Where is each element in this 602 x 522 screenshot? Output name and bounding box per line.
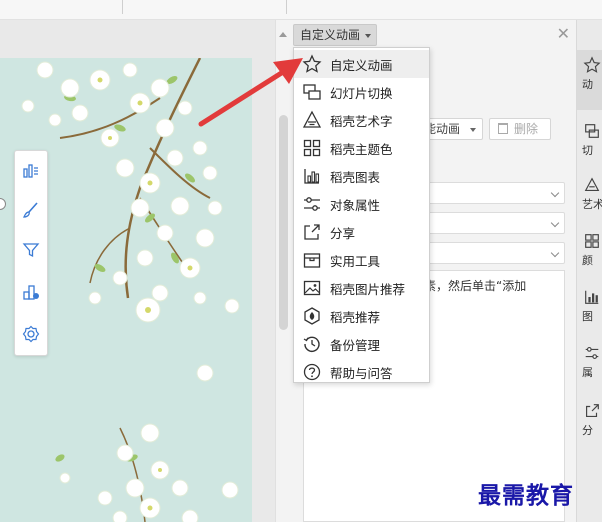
start-select[interactable]	[409, 182, 565, 204]
top-separator	[122, 0, 123, 14]
recommend-icon	[304, 307, 320, 325]
side-tab-bar: 动 切 艺术 颜 图 属 分	[576, 20, 602, 522]
menu-item-theme-color[interactable]: 稻壳主题色	[294, 134, 429, 162]
menu-item-label: 稻壳图片推荐	[330, 281, 406, 297]
menu-item-label: 自定义动画	[330, 57, 393, 73]
menu-item-help[interactable]: 帮助与问答	[294, 358, 429, 386]
filter-button[interactable]	[18, 237, 44, 263]
object-add-icon	[23, 285, 39, 300]
share-icon	[586, 404, 599, 417]
delete-button[interactable]: 删除	[489, 118, 551, 140]
panel-dropdown-menu: 自定义动画 幻灯片切换 稻壳艺术字 稻壳主题色 稻壳图表 对象属性 分享 实用工…	[293, 47, 430, 383]
menu-item-tools[interactable]: 实用工具	[294, 246, 429, 274]
side-tab-label: 艺术	[582, 198, 602, 211]
object-add-button[interactable]	[18, 279, 44, 305]
top-strip	[0, 0, 602, 20]
menu-item-label: 稻壳艺术字	[330, 113, 393, 129]
star-icon	[583, 56, 601, 73]
chart-icon	[23, 164, 38, 178]
theme-color-icon	[303, 139, 321, 157]
menu-item-chart[interactable]: 稻壳图表	[294, 162, 429, 190]
chart-icon	[585, 290, 599, 304]
side-tab-properties[interactable]: 属	[577, 338, 602, 398]
help-icon	[303, 363, 321, 381]
chevron-down-icon	[550, 188, 560, 198]
menu-item-object-properties[interactable]: 对象属性	[294, 190, 429, 218]
menu-item-label: 幻灯片切换	[330, 85, 393, 101]
side-tab-share[interactable]: 分	[577, 396, 602, 456]
watermark-text: 最需教育	[478, 482, 574, 509]
side-tab-label: 动	[582, 78, 593, 91]
floating-toolbar	[14, 150, 48, 356]
menu-item-image-recommend[interactable]: 稻壳图片推荐	[294, 274, 429, 302]
grid-icon	[585, 234, 599, 248]
menu-item-label: 稻壳主题色	[330, 141, 393, 157]
side-tab-chart[interactable]: 图	[577, 282, 602, 342]
settings-icon	[22, 325, 40, 343]
menu-item-custom-animation[interactable]: 自定义动画	[294, 50, 429, 78]
chart-button[interactable]	[18, 157, 44, 183]
share-icon	[304, 224, 320, 240]
app-window: 自定义动画 ✕ 能动画 删除 素，然后单击“添加 动 切 艺术 颜 图 属 分 …	[0, 0, 602, 522]
side-tab-animation[interactable]: 动	[577, 50, 602, 110]
side-tab-art[interactable]: 艺术	[577, 170, 602, 230]
menu-item-label: 对象属性	[330, 197, 381, 213]
menu-item-label: 备份管理	[330, 337, 381, 353]
menu-item-label: 稻壳图表	[330, 169, 381, 185]
scroll-thumb[interactable]	[279, 115, 288, 330]
panel-title-label: 自定义动画	[300, 28, 361, 42]
filter-icon	[22, 243, 40, 258]
properties-icon	[304, 197, 320, 211]
brush-button[interactable]	[18, 197, 44, 223]
side-tab-label: 图	[582, 310, 593, 323]
side-tab-transition[interactable]: 切	[577, 116, 602, 176]
menu-item-recommend[interactable]: 稻壳推荐	[294, 302, 429, 330]
backup-icon	[303, 336, 320, 353]
chart-icon	[304, 169, 320, 184]
red-arrow-annotation	[198, 58, 303, 127]
panel-title-dropdown[interactable]: 自定义动画	[293, 24, 378, 46]
property-select[interactable]	[409, 212, 565, 234]
menu-item-label: 稻壳推荐	[330, 309, 381, 325]
chevron-down-icon	[550, 218, 560, 228]
art-icon	[584, 177, 600, 191]
menu-item-art-text[interactable]: 稻壳艺术字	[294, 106, 429, 134]
settings-button[interactable]	[18, 321, 44, 347]
delete-label: 删除	[514, 122, 539, 136]
side-tab-label: 属	[582, 366, 593, 379]
close-icon[interactable]: ✕	[557, 24, 570, 44]
side-tab-label: 颜	[582, 254, 593, 267]
caret-down-icon	[365, 34, 372, 38]
speed-select[interactable]	[409, 242, 565, 264]
menu-item-label: 分享	[330, 225, 356, 241]
chevron-down-icon	[550, 248, 560, 258]
side-tab-label: 切	[582, 144, 593, 157]
side-tab-color[interactable]: 颜	[577, 226, 602, 286]
sliders-icon	[585, 347, 599, 359]
menu-item-share[interactable]: 分享	[294, 218, 429, 246]
menu-item-label: 帮助与问答	[330, 365, 393, 381]
side-tab-label: 分	[582, 424, 593, 437]
menu-item-slide-transition[interactable]: 幻灯片切换	[294, 78, 429, 106]
menu-item-backup[interactable]: 备份管理	[294, 330, 429, 358]
animation-list-hint: 素，然后单击“添加	[424, 279, 527, 293]
toolbox-icon	[303, 253, 321, 268]
scroll-up-arrow-icon[interactable]	[279, 32, 287, 37]
menu-item-label: 实用工具	[330, 253, 381, 269]
top-separator	[286, 0, 287, 14]
caret-down-icon	[470, 128, 476, 132]
image-icon	[303, 280, 321, 296]
transition-icon	[585, 124, 599, 138]
trash-icon	[498, 123, 508, 134]
brush-icon	[22, 202, 38, 218]
